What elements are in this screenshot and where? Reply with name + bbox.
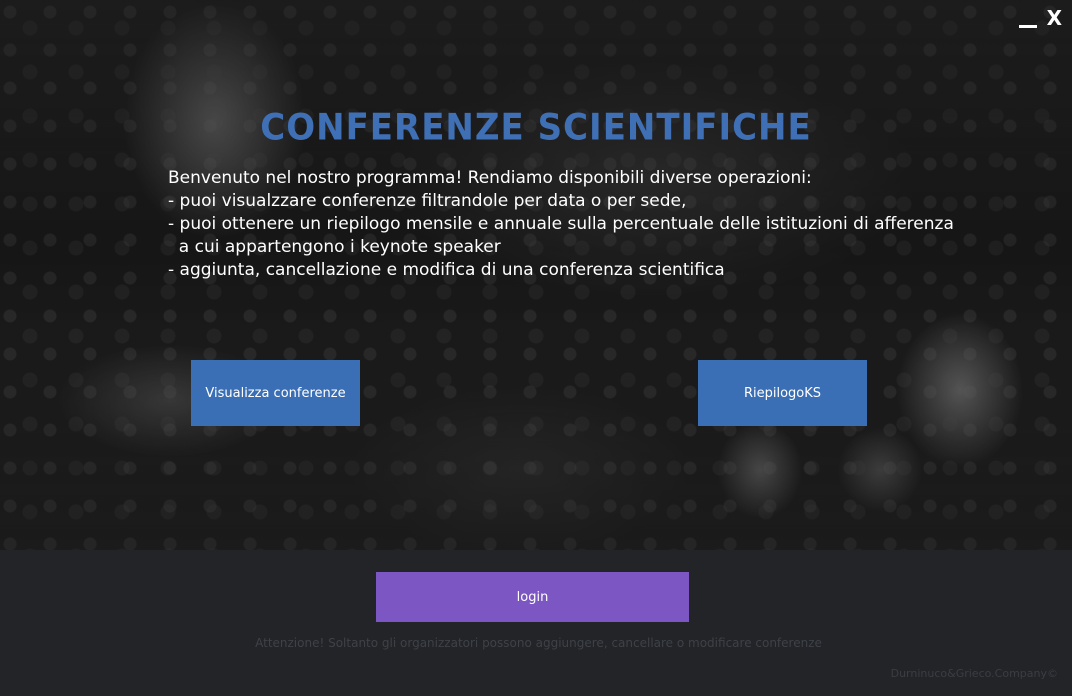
intro-line: - puoi visualzzare conferenze filtrandol… <box>168 191 687 211</box>
intro-line: Benvenuto nel nostro programma! Rendiamo… <box>168 168 812 188</box>
intro-line: a cui appartengono i keynote speaker <box>168 237 501 257</box>
warning-text: Attenzione! Soltanto gli organizzatori p… <box>255 636 822 650</box>
close-icon[interactable]: X <box>1047 6 1062 30</box>
window-controls: X <box>1018 6 1062 30</box>
intro-text: Benvenuto nel nostro programma! Rendiamo… <box>168 167 968 282</box>
copyright-text: Durninuco&Grieco.Company© <box>890 667 1058 680</box>
intro-line: - aggiunta, cancellazione e modifica di … <box>168 260 725 280</box>
app-window: CONFERENZE SCIENTIFICHE Benvenuto nel no… <box>0 0 1072 696</box>
page-title: CONFERENZE SCIENTIFICHE <box>260 106 812 150</box>
background-photo: CONFERENZE SCIENTIFICHE Benvenuto nel no… <box>0 0 1072 550</box>
minimize-icon[interactable] <box>1018 6 1037 30</box>
visualizza-conferenze-button[interactable]: Visualizza conferenze <box>191 360 360 426</box>
riepilogo-ks-button[interactable]: RiepilogoKS <box>698 360 867 426</box>
login-button[interactable]: login <box>376 572 689 622</box>
intro-line: - puoi ottenere un riepilogo mensile e a… <box>168 214 954 234</box>
